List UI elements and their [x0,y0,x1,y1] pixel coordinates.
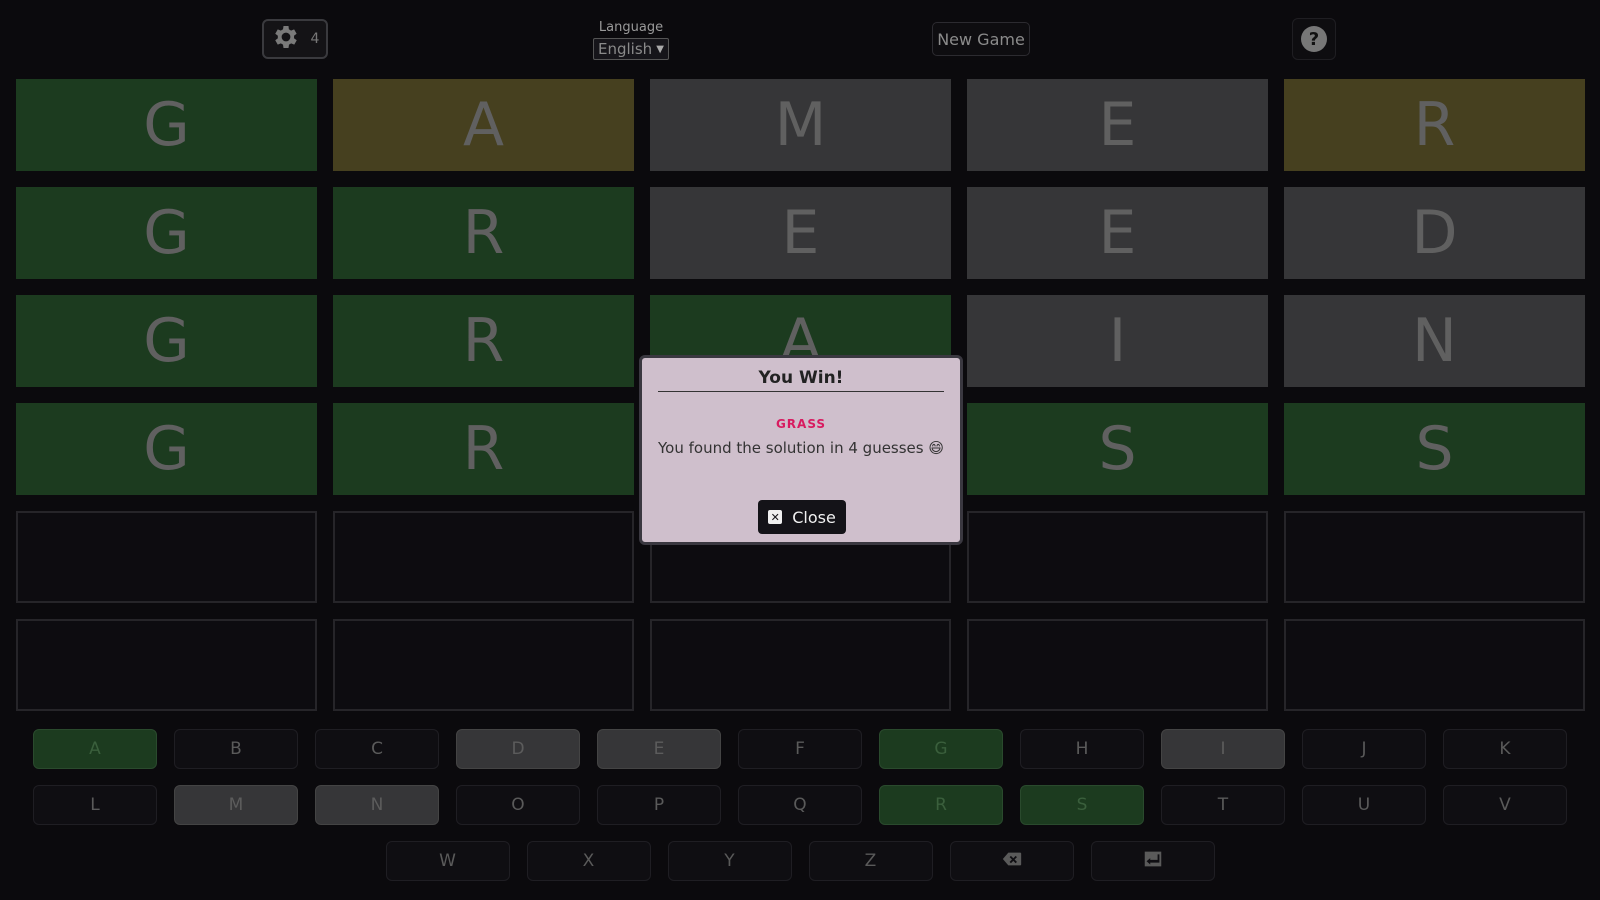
language-selected: English [598,40,653,58]
gear-icon [271,22,301,56]
tile: G [16,79,317,171]
settings-count: 4 [310,31,320,47]
chevron-down-icon: ▼ [656,44,664,55]
tile: E [967,187,1268,279]
tile: N [1284,295,1585,387]
tile: R [333,295,634,387]
tile: E [967,79,1268,171]
key-j[interactable]: J [1302,729,1426,769]
key-r[interactable]: R [879,785,1003,825]
tile: S [1284,403,1585,495]
enter-icon [1142,848,1164,875]
tile [333,511,634,603]
key-k[interactable]: K [1443,729,1567,769]
tile [16,619,317,711]
solution-word: GRASS [775,417,827,431]
language-picker: Language English ▼ [593,20,669,60]
tile [16,511,317,603]
tile: S [967,403,1268,495]
win-dialog: You Win! GRASS You found the solution in… [639,355,963,545]
key-y[interactable]: Y [667,841,792,881]
key-b[interactable]: B [174,729,298,769]
key-p[interactable]: P [597,785,721,825]
tile [1284,511,1585,603]
key-g[interactable]: G [879,729,1003,769]
keyboard-row: ABCDEFGHIJK [0,729,1600,769]
language-select[interactable]: English ▼ [593,38,669,60]
on-screen-keyboard: ABCDEFGHIJK LMNOPQRSTUV WXYZ [0,729,1600,897]
dialog-title: You Win! [658,368,944,392]
tile: I [967,295,1268,387]
help-button[interactable]: ? [1292,18,1336,60]
key-l[interactable]: L [33,785,157,825]
tile: A [333,79,634,171]
result-message: You found the solution in 4 guesses 😄 [657,439,945,457]
tile [1284,619,1585,711]
language-label: Language [598,20,664,35]
key-v[interactable]: V [1443,785,1567,825]
tile: R [333,187,634,279]
key-d[interactable]: D [456,729,580,769]
key-w[interactable]: W [385,841,510,881]
backspace-key[interactable] [949,841,1074,881]
key-x[interactable]: X [526,841,651,881]
key-i[interactable]: I [1161,729,1285,769]
settings-button[interactable]: 4 [262,19,328,59]
key-f[interactable]: F [738,729,862,769]
key-u[interactable]: U [1302,785,1426,825]
tile [333,619,634,711]
tile [967,619,1268,711]
keyboard-row: LMNOPQRSTUV [0,785,1600,825]
tile: R [333,403,634,495]
tile [650,619,951,711]
key-c[interactable]: C [315,729,439,769]
tile: G [16,295,317,387]
tile: G [16,187,317,279]
close-icon: ✕ [768,510,783,524]
help-icon: ? [1301,26,1327,52]
tile [967,511,1268,603]
key-o[interactable]: O [456,785,580,825]
key-e[interactable]: E [597,729,721,769]
backspace-icon [1001,848,1023,875]
key-z[interactable]: Z [808,841,933,881]
key-a[interactable]: A [33,729,157,769]
key-s[interactable]: S [1020,785,1144,825]
key-q[interactable]: Q [738,785,862,825]
key-h[interactable]: H [1020,729,1144,769]
tile: G [16,403,317,495]
board-row: GREED [16,187,1585,279]
close-label: Close [792,507,836,527]
key-t[interactable]: T [1161,785,1285,825]
close-button[interactable]: ✕ Close [758,500,846,534]
board-row [16,619,1585,711]
new-game-button[interactable]: New Game [932,22,1030,56]
tile: E [650,187,951,279]
tile: R [1284,79,1585,171]
tile: D [1284,187,1585,279]
keyboard-row: WXYZ [0,841,1600,881]
key-m[interactable]: M [174,785,298,825]
key-n[interactable]: N [315,785,439,825]
board-row: GAMER [16,79,1585,171]
tile: M [650,79,951,171]
enter-key[interactable] [1090,841,1215,881]
